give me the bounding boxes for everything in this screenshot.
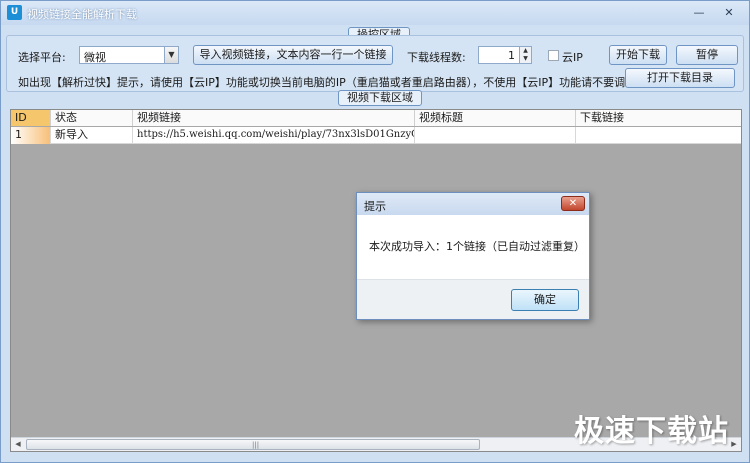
cell-video-link: https://h5.weishi.qq.com/weishi/play/73n… [133, 127, 415, 144]
title-bar[interactable]: U 视频链接全能解析下载 — ✕ [1, 1, 749, 25]
column-header-title[interactable]: 视频标题 [415, 110, 576, 126]
cell-video-title [415, 127, 576, 144]
cell-status: 新导入 [51, 127, 133, 144]
window-title: 视频链接全能解析下载 [27, 8, 137, 21]
dialog-title: 提示 [364, 200, 386, 213]
dialog-message: 本次成功导入：1个链接（已自动过滤重复） [369, 240, 585, 253]
column-header-link[interactable]: 视频链接 [133, 110, 415, 126]
pause-button[interactable]: 暂停 [676, 45, 738, 65]
start-download-button[interactable]: 开始下载 [609, 45, 667, 65]
stepper-down-icon[interactable]: ▼ [520, 55, 531, 63]
platform-select-value: 微视 [84, 51, 106, 64]
message-dialog: 提示 ✕ 本次成功导入：1个链接（已自动过滤重复） 确定 [356, 192, 590, 320]
stepper-arrows[interactable]: ▲ ▼ [519, 47, 531, 63]
threads-value: 1 [508, 49, 515, 62]
download-area-title: 视频下载区域 [338, 90, 422, 106]
dialog-title-bar[interactable]: 提示 ✕ [357, 193, 589, 215]
dialog-ok-button[interactable]: 确定 [511, 289, 579, 311]
cloud-ip-label: 云IP [562, 51, 583, 64]
stepper-up-icon[interactable]: ▲ [520, 47, 531, 55]
grid-header: ID 状态 视频链接 视频标题 下载链接 [11, 110, 741, 126]
platform-select[interactable]: 微视 ▼ [79, 46, 179, 64]
close-button[interactable]: ✕ [719, 5, 739, 21]
import-links-button[interactable]: 导入视频链接，文本内容一行一个链接 [193, 45, 393, 65]
scroll-right-icon[interactable]: ▶ [727, 438, 741, 451]
app-window: U 视频链接全能解析下载 — ✕ 操控区域 选择平台: 微视 ▼ 导入视频链接，… [0, 0, 750, 463]
column-header-download[interactable]: 下载链接 [576, 110, 741, 126]
scroll-left-icon[interactable]: ◀ [11, 438, 25, 451]
dialog-close-button[interactable]: ✕ [561, 196, 585, 211]
minimize-button[interactable]: — [689, 5, 709, 21]
column-header-status[interactable]: 状态 [51, 110, 133, 126]
threads-label: 下载线程数: [407, 51, 466, 64]
table-row[interactable]: 1 新导入 https://h5.weishi.qq.com/weishi/pl… [11, 127, 741, 144]
dialog-footer: 确定 [357, 279, 589, 319]
chevron-down-icon[interactable]: ▼ [164, 47, 178, 63]
threads-stepper[interactable]: 1 ▲ ▼ [478, 46, 532, 64]
cloud-ip-checkbox[interactable] [548, 50, 559, 61]
column-header-id[interactable]: ID [11, 110, 51, 126]
grip-icon: ||| [252, 441, 260, 449]
platform-label: 选择平台: [18, 51, 66, 64]
cell-id: 1 [11, 127, 51, 144]
cell-download-link [576, 127, 741, 144]
scroll-thumb[interactable]: ||| [26, 439, 480, 450]
open-download-dir-button[interactable]: 打开下载目录 [625, 68, 735, 88]
site-watermark: 极速下载站 [574, 414, 729, 449]
app-icon: U [7, 5, 22, 20]
ip-hint-text: 如出现【解析过快】提示，请使用【云IP】功能或切换当前电脑的IP（重启猫或者重启… [18, 76, 670, 89]
